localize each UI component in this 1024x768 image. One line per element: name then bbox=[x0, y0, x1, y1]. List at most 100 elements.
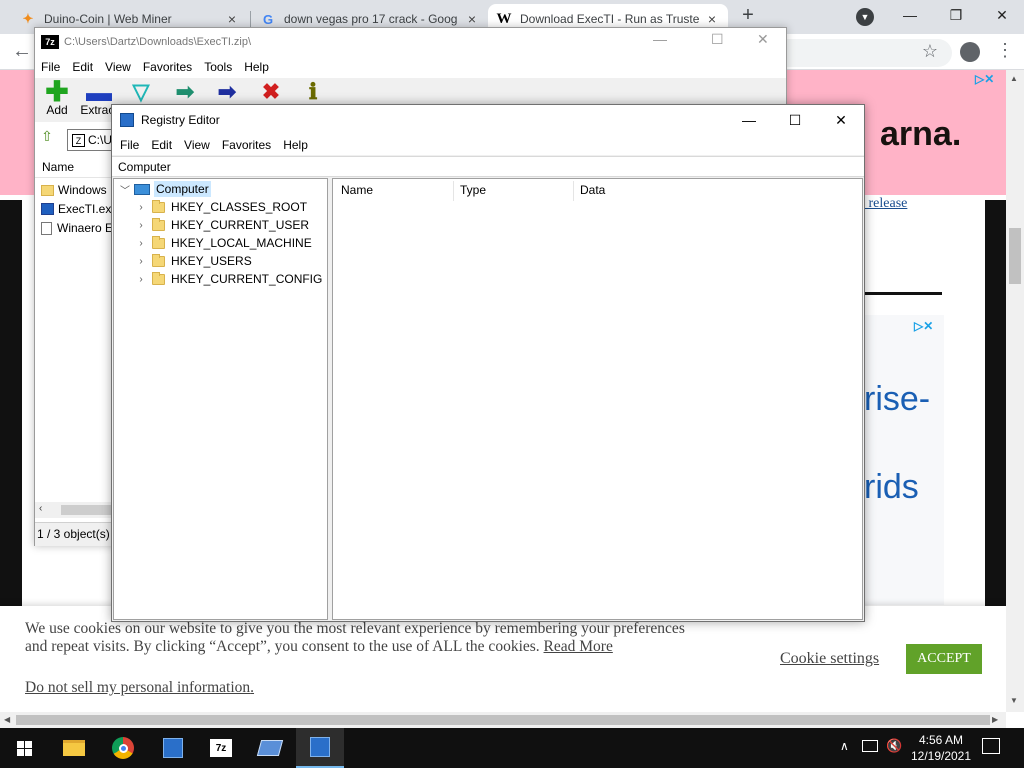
taskbar-control-panel[interactable] bbox=[246, 728, 294, 768]
tab-search-icon[interactable]: ▼ bbox=[856, 8, 874, 26]
menu-file[interactable]: File bbox=[114, 135, 145, 155]
tree-node-label: HKEY_CLASSES_ROOT bbox=[171, 200, 308, 214]
name-column-header[interactable]: Name bbox=[35, 156, 113, 178]
chrome-menu-icon[interactable]: ⋮ bbox=[996, 40, 1014, 64]
scroll-down-icon[interactable]: ▼ bbox=[1010, 696, 1018, 705]
browser-restore-button[interactable]: ❐ bbox=[933, 0, 979, 30]
chevron-right-icon[interactable]: › bbox=[134, 274, 148, 285]
tab-close-icon[interactable]: × bbox=[464, 11, 480, 27]
test-button[interactable]: ▽ bbox=[121, 81, 161, 103]
sevenzip-titlebar[interactable]: 7z C:\Users\Dartz\Downloads\ExecTI.zip\ … bbox=[35, 28, 786, 56]
chevron-right-icon[interactable]: › bbox=[134, 220, 148, 231]
browser-close-button[interactable]: ✕ bbox=[979, 0, 1024, 30]
column-header-name[interactable]: Name bbox=[341, 183, 373, 199]
do-not-sell-link[interactable]: Do not sell my personal information. bbox=[25, 679, 254, 697]
menu-favorites[interactable]: Favorites bbox=[137, 57, 198, 77]
move-icon: ➡ bbox=[217, 79, 237, 104]
tree-node-hkey-classes-root[interactable]: › HKEY_CLASSES_ROOT bbox=[134, 198, 307, 216]
column-header-data[interactable]: Data bbox=[580, 183, 605, 199]
tree-node-label: HKEY_USERS bbox=[171, 254, 252, 268]
tree-node-computer[interactable]: ﹀ Computer bbox=[118, 180, 211, 198]
page-vertical-scrollbar[interactable]: ▲ ▼ bbox=[1006, 70, 1024, 712]
info-button[interactable]: ℹ bbox=[293, 81, 333, 103]
chevron-right-icon[interactable]: › bbox=[134, 238, 148, 249]
file-row[interactable]: Winaero E bbox=[41, 219, 113, 237]
side-ad[interactable]: ▷✕ rise- rids bbox=[862, 315, 944, 605]
read-more-link[interactable]: Read More bbox=[544, 638, 613, 655]
close-icon[interactable]: ✕ bbox=[757, 31, 769, 48]
volume-muted-icon[interactable]: 🔇 bbox=[886, 738, 902, 754]
accept-cookies-button[interactable]: ACCEPT bbox=[906, 644, 982, 674]
taskbar-7zip[interactable]: 7z bbox=[197, 728, 245, 768]
add-button[interactable]: ✚ Add bbox=[37, 78, 77, 118]
column-header-type[interactable]: Type bbox=[460, 183, 486, 199]
start-button[interactable] bbox=[0, 728, 48, 768]
network-icon[interactable] bbox=[862, 740, 878, 752]
scroll-left-icon[interactable]: ◀ bbox=[4, 715, 10, 724]
up-folder-icon[interactable]: ⇧ bbox=[37, 128, 57, 148]
tree-node-hkey-local-machine[interactable]: › HKEY_LOCAL_MACHINE bbox=[134, 234, 312, 252]
maximize-icon[interactable]: ☐ bbox=[711, 31, 724, 48]
chevron-up-icon[interactable]: ∧ bbox=[840, 739, 849, 753]
delete-button[interactable]: ✖ bbox=[251, 81, 291, 103]
windows-logo-icon bbox=[16, 740, 32, 756]
tree-node-hkey-users[interactable]: › HKEY_USERS bbox=[134, 252, 252, 270]
taskbar-regedit-active[interactable] bbox=[296, 728, 344, 768]
sevenzip-icon: 7z bbox=[210, 739, 232, 757]
chevron-down-icon[interactable]: ﹀ bbox=[118, 182, 132, 197]
menu-favorites[interactable]: Favorites bbox=[216, 135, 277, 155]
chevron-right-icon[interactable]: › bbox=[134, 256, 148, 267]
scroll-left-icon[interactable]: ‹ bbox=[39, 503, 42, 514]
minimize-button[interactable]: — bbox=[726, 105, 772, 135]
close-button[interactable]: ✕ bbox=[818, 105, 864, 135]
adchoices-icon[interactable]: ▷✕ bbox=[914, 319, 933, 333]
copy-button[interactable]: ➡ bbox=[165, 81, 205, 103]
info-icon: ℹ bbox=[308, 79, 318, 104]
menu-help[interactable]: Help bbox=[238, 57, 275, 77]
menu-edit[interactable]: Edit bbox=[66, 57, 99, 77]
regedit-titlebar[interactable]: Registry Editor — ☐ ✕ bbox=[112, 105, 864, 135]
vertical-scroll-thumb[interactable] bbox=[1009, 228, 1021, 284]
menu-edit[interactable]: Edit bbox=[145, 135, 178, 155]
taskbar-file-explorer[interactable] bbox=[50, 728, 98, 768]
file-row[interactable]: ExecTI.exe bbox=[41, 200, 118, 218]
menu-tools[interactable]: Tools bbox=[198, 57, 238, 77]
scroll-right-icon[interactable]: ▶ bbox=[992, 715, 998, 724]
adchoices-icon[interactable]: ▷✕ bbox=[975, 72, 994, 86]
file-row[interactable]: Windows bbox=[41, 181, 107, 199]
scroll-up-icon[interactable]: ▲ bbox=[1010, 74, 1018, 83]
menu-view[interactable]: View bbox=[99, 57, 137, 77]
bookmark-star-icon[interactable]: ☆ bbox=[920, 41, 940, 61]
column-divider[interactable] bbox=[453, 181, 454, 201]
back-arrow-icon[interactable]: ← bbox=[10, 40, 34, 64]
regedit-address-bar[interactable]: Computer bbox=[112, 156, 864, 177]
do-not-sell-text: Do not sell my personal information bbox=[25, 679, 251, 696]
taskbar-clock[interactable]: 4:56 AM 12/19/2021 bbox=[908, 732, 974, 764]
menu-view[interactable]: View bbox=[178, 135, 216, 155]
file-list-hscrollbar[interactable]: ‹ bbox=[35, 502, 113, 518]
minus-icon: ▬ bbox=[86, 77, 112, 107]
regedit-icon bbox=[163, 738, 183, 758]
horizontal-scroll-thumb[interactable] bbox=[16, 715, 990, 725]
browser-minimize-button[interactable]: — bbox=[887, 0, 933, 30]
profile-avatar-icon[interactable] bbox=[960, 42, 980, 62]
page-right-border bbox=[985, 200, 1006, 606]
maximize-button[interactable]: ☐ bbox=[772, 105, 818, 135]
tab-close-icon[interactable]: × bbox=[224, 11, 240, 27]
taskbar-regedit-1[interactable] bbox=[149, 728, 197, 768]
column-divider[interactable] bbox=[573, 181, 574, 201]
cookie-settings-link[interactable]: Cookie settings bbox=[780, 650, 879, 668]
scroll-thumb[interactable] bbox=[61, 505, 113, 515]
tree-node-hkey-current-config[interactable]: › HKEY_CURRENT_CONFIG bbox=[134, 270, 322, 288]
chevron-right-icon[interactable]: › bbox=[134, 202, 148, 213]
taskbar-chrome[interactable] bbox=[99, 728, 147, 768]
tab-close-icon[interactable]: × bbox=[704, 11, 720, 27]
release-link[interactable]: 0 release bbox=[858, 196, 907, 212]
notification-icon[interactable] bbox=[982, 738, 1000, 754]
move-button[interactable]: ➡ bbox=[207, 81, 247, 103]
minimize-icon[interactable]: — bbox=[653, 31, 667, 47]
tree-node-hkey-current-user[interactable]: › HKEY_CURRENT_USER bbox=[134, 216, 309, 234]
window-title: Registry Editor bbox=[141, 113, 220, 127]
menu-help[interactable]: Help bbox=[277, 135, 314, 155]
menu-file[interactable]: File bbox=[35, 57, 66, 77]
